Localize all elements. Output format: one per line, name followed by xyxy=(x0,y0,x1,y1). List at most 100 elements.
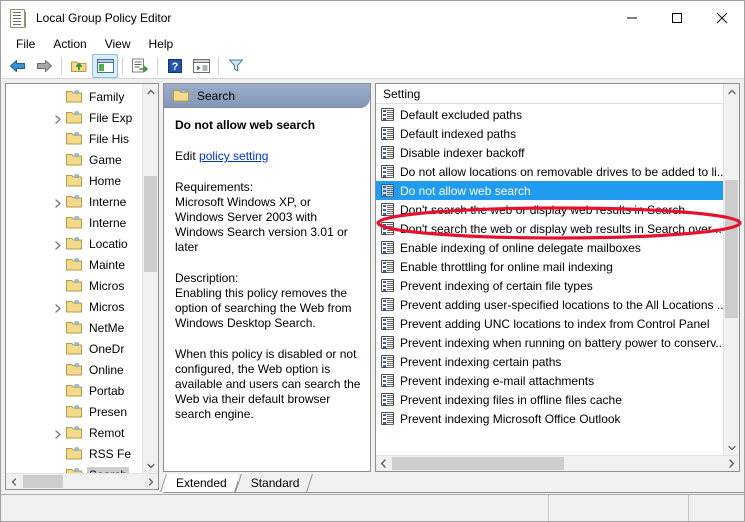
menu-help[interactable]: Help xyxy=(140,36,183,52)
folder-icon xyxy=(66,111,82,124)
tree-item[interactable]: Interne xyxy=(6,191,143,212)
settings-row-selected[interactable]: Do not allow web search xyxy=(376,181,723,200)
window-title: Local Group Policy Editor xyxy=(36,11,171,25)
settings-row[interactable]: Prevent adding user-specified locations … xyxy=(376,295,723,314)
tree-item-label: Portab xyxy=(87,383,126,399)
settings-row[interactable]: Prevent indexing when running on battery… xyxy=(376,333,723,352)
tab-extended[interactable]: Extended xyxy=(163,474,238,492)
chevron-right-icon[interactable] xyxy=(54,197,62,206)
list-horizontal-scrollbar[interactable] xyxy=(376,455,739,471)
tree-item[interactable]: Micros xyxy=(6,275,143,296)
settings-row[interactable]: Prevent indexing of certain file types xyxy=(376,276,723,295)
tree-item[interactable]: Interne xyxy=(6,212,143,233)
list-scroll-left-icon[interactable] xyxy=(376,456,391,471)
settings-row[interactable]: Prevent indexing certain paths xyxy=(376,352,723,371)
settings-list[interactable]: Default excluded pathsDefault indexed pa… xyxy=(376,105,723,455)
tree-item[interactable]: Presen xyxy=(6,401,143,422)
settings-row[interactable]: Disable indexer backoff xyxy=(376,143,723,162)
close-button[interactable] xyxy=(699,1,744,34)
tree-item[interactable]: Home xyxy=(6,170,143,191)
settings-row[interactable]: Default indexed paths xyxy=(376,124,723,143)
tree-scroll-down-icon[interactable] xyxy=(143,458,158,473)
settings-row[interactable]: Don't search the web or display web resu… xyxy=(376,219,723,238)
menu-view[interactable]: View xyxy=(96,36,140,52)
tree-hscroll-thumb[interactable] xyxy=(23,475,63,488)
tree-item-label: NetMe xyxy=(87,320,126,336)
console-tree[interactable]: FamilyFile ExpFile HisGameHome Interne Int… xyxy=(6,86,143,473)
tree-item[interactable]: Game xyxy=(6,149,143,170)
list-scroll-right-icon[interactable] xyxy=(724,456,739,471)
tree-item[interactable]: RSS Fe xyxy=(6,443,143,464)
up-one-level-icon[interactable] xyxy=(66,54,92,78)
tree-vertical-scrollbar[interactable] xyxy=(142,84,158,489)
settings-column-header[interactable]: Setting xyxy=(376,84,739,104)
back-arrow-icon[interactable] xyxy=(5,54,31,78)
list-scroll-down-icon[interactable] xyxy=(724,440,739,455)
settings-row[interactable]: Do not allow locations on removable driv… xyxy=(376,162,723,181)
show-hide-console-tree-icon[interactable] xyxy=(92,54,118,78)
menu-file[interactable]: File xyxy=(7,36,44,52)
settings-row[interactable]: Enable indexing of online delegate mailb… xyxy=(376,238,723,257)
tree-item-label: Micros xyxy=(87,299,126,315)
settings-row[interactable]: Don't search the web or display web resu… xyxy=(376,200,723,219)
tree-item[interactable]: OneDr xyxy=(6,338,143,359)
tree-scroll-thumb[interactable] xyxy=(144,176,157,272)
tree-item-label: Mainte xyxy=(87,257,127,273)
settings-row[interactable]: Prevent indexing e-mail attachments xyxy=(376,371,723,390)
tree-item[interactable]: Search xyxy=(6,464,143,473)
chevron-right-icon[interactable] xyxy=(54,302,62,311)
properties-icon[interactable] xyxy=(188,54,214,78)
tree-item-label: Interne xyxy=(87,194,128,210)
chevron-right-icon[interactable] xyxy=(54,113,62,122)
toolbar-separator xyxy=(61,57,62,75)
help-icon[interactable]: ? xyxy=(162,54,188,78)
policy-title: Do not allow web search xyxy=(175,118,361,133)
tree-item-label: Locatio xyxy=(87,236,130,252)
tab-standard[interactable]: Standard xyxy=(238,474,311,492)
policy-setting-icon xyxy=(381,241,394,254)
menu-action[interactable]: Action xyxy=(44,36,95,52)
tree-item[interactable]: Family xyxy=(6,86,143,107)
tree-item[interactable]: Locatio xyxy=(6,233,143,254)
list-scroll-up-icon[interactable] xyxy=(724,84,739,99)
tree-scroll-left-icon[interactable] xyxy=(6,474,21,489)
settings-row[interactable]: Enable throttling for online mail indexi… xyxy=(376,257,723,276)
export-list-icon[interactable] xyxy=(127,54,153,78)
tree-item[interactable]: NetMe xyxy=(6,317,143,338)
policy-setting-icon xyxy=(381,127,394,140)
settings-row[interactable]: Default excluded paths xyxy=(376,105,723,124)
tree-scroll-right-icon[interactable] xyxy=(143,474,158,489)
maximize-button[interactable] xyxy=(654,1,699,34)
list-vertical-scrollbar[interactable] xyxy=(723,84,739,471)
settings-row[interactable]: Prevent indexing Microsoft Office Outloo… xyxy=(376,409,723,428)
tree-scroll-up-icon[interactable] xyxy=(143,84,158,99)
policy-setting-link[interactable]: policy setting xyxy=(199,149,268,163)
tree-item[interactable]: File Exp xyxy=(6,107,143,128)
tree-item[interactable]: File His xyxy=(6,128,143,149)
tree-item[interactable]: Remot xyxy=(6,422,143,443)
policy-setting-icon xyxy=(381,374,394,387)
list-scroll-thumb[interactable] xyxy=(725,180,738,318)
chevron-right-icon[interactable] xyxy=(54,239,62,248)
folder-icon xyxy=(66,300,82,313)
status-pane-3 xyxy=(689,495,744,521)
tree-horizontal-scrollbar[interactable] xyxy=(6,473,158,489)
settings-row[interactable]: Prevent adding UNC locations to index fr… xyxy=(376,314,723,333)
svg-text:?: ? xyxy=(172,61,179,73)
minimize-button[interactable] xyxy=(609,1,654,34)
settings-row[interactable]: Prevent indexing files in offline files … xyxy=(376,390,723,409)
policy-document-icon xyxy=(8,8,28,28)
filter-icon[interactable] xyxy=(223,54,249,78)
folder-icon xyxy=(66,279,82,292)
tree-item[interactable]: Mainte xyxy=(6,254,143,275)
chevron-right-icon[interactable] xyxy=(54,428,62,437)
tree-item[interactable]: Online xyxy=(6,359,143,380)
forward-arrow-icon[interactable] xyxy=(31,54,57,78)
status-pane-1 xyxy=(1,495,549,521)
tree-item[interactable]: Portab xyxy=(6,380,143,401)
settings-row-label: Enable throttling for online mail indexi… xyxy=(400,260,613,274)
settings-row-label: Prevent adding user-specified locations … xyxy=(400,298,723,312)
list-hscroll-thumb[interactable] xyxy=(392,457,564,470)
tree-item[interactable]: Micros xyxy=(6,296,143,317)
policy-setting-icon xyxy=(381,222,394,235)
